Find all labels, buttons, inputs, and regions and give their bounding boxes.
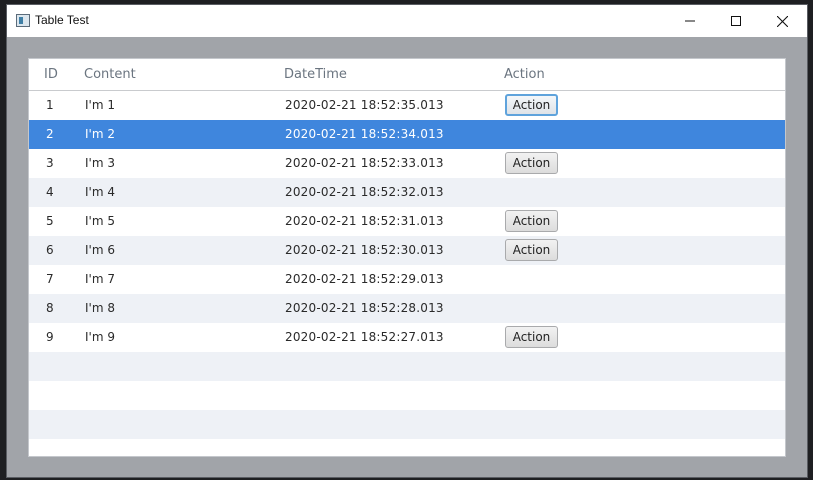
cell-content: I'm 1 [85,98,115,112]
table-header: ID Content DateTime Action [29,59,785,91]
cell-id: 7 [46,272,54,286]
cell-id: 8 [46,301,54,315]
table-row[interactable]: 8 I'm 8 2020-02-21 18:52:28.013 [29,294,785,323]
action-button[interactable]: Action [505,326,558,348]
maximize-button[interactable] [713,5,759,37]
cell-datetime: 2020-02-21 18:52:28.013 [285,301,444,315]
column-header-datetime[interactable]: DateTime [284,67,347,82]
action-button[interactable]: Action [505,210,558,232]
cell-id: 1 [46,98,54,112]
cell-datetime: 2020-02-21 18:52:31.013 [285,214,444,228]
cell-id: 4 [46,185,54,199]
empty-table-row [29,410,785,439]
cell-id: 2 [46,127,54,141]
column-header-action[interactable]: Action [504,67,545,82]
cell-id: 3 [46,156,54,170]
minimize-icon [685,20,695,22]
cell-content: I'm 4 [85,185,115,199]
close-icon [776,15,788,27]
window-title: Table Test [35,13,89,27]
table-row[interactable]: 4 I'm 4 2020-02-21 18:52:32.013 [29,178,785,207]
table-row[interactable]: 5 I'm 5 2020-02-21 18:52:31.013 Action [29,207,785,236]
table-row[interactable]: 7 I'm 7 2020-02-21 18:52:29.013 [29,265,785,294]
cell-datetime: 2020-02-21 18:52:29.013 [285,272,444,286]
title-bar[interactable]: Table Test [7,5,807,37]
cell-datetime: 2020-02-21 18:52:35.013 [285,98,444,112]
table-row[interactable]: 2 I'm 2 2020-02-21 18:52:34.013 [29,120,785,149]
cell-id: 5 [46,214,54,228]
window-app-icon [16,14,30,27]
empty-table-row [29,352,785,381]
cell-content: I'm 8 [85,301,115,315]
cell-datetime: 2020-02-21 18:52:34.013 [285,127,444,141]
action-button[interactable]: Action [505,94,558,116]
maximize-icon [731,16,741,26]
cell-content: I'm 2 [85,127,115,141]
app-window: Table Test ID Content DateTime Action 1I… [6,4,808,478]
column-header-id[interactable]: ID [44,67,58,82]
action-button[interactable]: Action [505,152,558,174]
cell-content: I'm 5 [85,214,115,228]
cell-datetime: 2020-02-21 18:52:32.013 [285,185,444,199]
close-button[interactable] [759,5,805,37]
cell-content: I'm 7 [85,272,115,286]
cell-datetime: 2020-02-21 18:52:33.013 [285,156,444,170]
cell-datetime: 2020-02-21 18:52:27.013 [285,330,444,344]
table-row[interactable]: 6 I'm 6 2020-02-21 18:52:30.013 Action [29,236,785,265]
table-row[interactable]: 1 I'm 1 2020-02-21 18:52:35.013 Action [29,91,785,120]
cell-content: I'm 9 [85,330,115,344]
table-row[interactable]: 3 I'm 3 2020-02-21 18:52:33.013 Action [29,149,785,178]
cell-content: I'm 6 [85,243,115,257]
data-table[interactable]: ID Content DateTime Action 1 I'm 1 2020-02… [28,58,786,457]
table-row[interactable]: 9 I'm 9 2020-02-21 18:52:27.013 Action [29,323,785,352]
minimize-button[interactable] [667,5,713,37]
table-body: 1 I'm 1 2020-02-21 18:52:35.013 Action 2 I'm … [29,91,785,439]
cell-datetime: 2020-02-21 18:52:30.013 [285,243,444,257]
cell-content: I'm 3 [85,156,115,170]
cell-id: 6 [46,243,54,257]
action-button[interactable]: Action [505,239,558,261]
empty-table-row [29,381,785,410]
column-header-content[interactable]: Content [84,67,136,82]
cell-id: 9 [46,330,54,344]
